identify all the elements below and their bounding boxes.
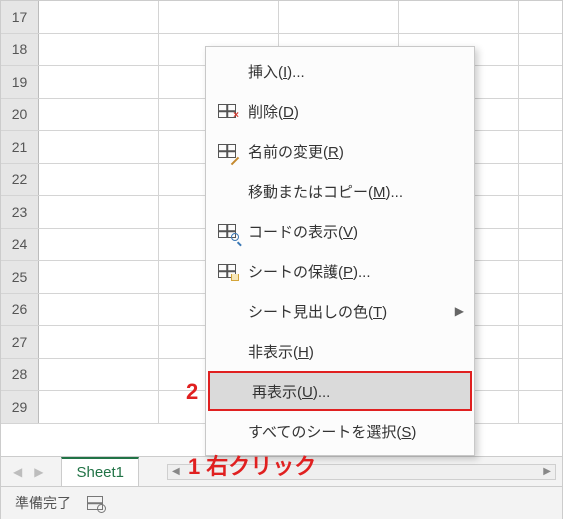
menu-item-label: 挿入(I)... (248, 61, 464, 82)
menu-item-rename[interactable]: 名前の変更(R) (206, 131, 474, 171)
grid-row[interactable]: 17 (1, 1, 562, 34)
scroll-right-icon[interactable]: ▶ (543, 466, 551, 477)
row-header[interactable]: 18 (1, 34, 39, 66)
cell[interactable] (519, 294, 563, 326)
row-header[interactable]: 21 (1, 131, 39, 163)
row-header[interactable]: 29 (1, 391, 39, 423)
annotation-num: 1 (188, 454, 200, 479)
cell[interactable] (39, 196, 159, 228)
menu-item-label: シートの保護(P)... (248, 261, 464, 282)
menu-item-view-code[interactable]: コードの表示(V) (206, 211, 474, 251)
sheet-nav-arrows[interactable]: ◀ ▶ (1, 465, 55, 479)
menu-item-label: 名前の変更(R) (248, 141, 464, 162)
sheet-nav-prev-icon[interactable]: ◀ (13, 465, 22, 479)
row-header[interactable]: 24 (1, 229, 39, 261)
menu-item-tab-color[interactable]: シート見出しの色(T) ▶ (206, 291, 474, 331)
menu-item-label: コードの表示(V) (248, 221, 464, 242)
annotation-num: 2 (186, 379, 198, 404)
blank-icon (216, 420, 238, 442)
cell[interactable] (399, 1, 519, 33)
row-header[interactable]: 23 (1, 196, 39, 228)
row-header[interactable]: 27 (1, 326, 39, 358)
cell[interactable] (39, 34, 159, 66)
table-code-icon (216, 220, 238, 242)
menu-item-label: シート見出しの色(T) (248, 301, 445, 322)
cell[interactable] (519, 164, 563, 196)
cell[interactable] (39, 359, 159, 391)
cell[interactable] (519, 1, 563, 33)
menu-item-select-all-sheets[interactable]: すべてのシートを選択(S) (206, 411, 474, 451)
blank-icon (216, 180, 238, 202)
cell[interactable] (519, 391, 563, 423)
macro-record-icon[interactable] (87, 496, 103, 510)
sheet-nav-next-icon[interactable]: ▶ (34, 465, 43, 479)
annotation-step-1: 1右クリック (188, 449, 316, 481)
cell[interactable] (39, 229, 159, 261)
status-ready-label: 準備完了 (15, 493, 71, 513)
row-header[interactable]: 17 (1, 1, 39, 33)
row-header[interactable]: 25 (1, 261, 39, 293)
menu-item-label: すべてのシートを選択(S) (248, 421, 464, 442)
menu-item-move-copy[interactable]: 移動またはコピー(M)... (206, 171, 474, 211)
cell[interactable] (519, 66, 563, 98)
cell[interactable] (519, 261, 563, 293)
menu-item-hide[interactable]: 非表示(H) (206, 331, 474, 371)
blank-icon (216, 60, 238, 82)
chevron-right-icon: ▶ (455, 304, 464, 318)
row-header[interactable]: 26 (1, 294, 39, 326)
menu-item-label: 非表示(H) (248, 341, 464, 362)
status-bar: 準備完了 (1, 486, 562, 519)
sheet-context-menu: 挿入(I)... × 削除(D) 名前の変更(R) 移動またはコピー(M)...… (205, 46, 475, 456)
cell[interactable] (39, 164, 159, 196)
table-delete-icon: × (216, 100, 238, 122)
cell[interactable] (39, 66, 159, 98)
row-header[interactable]: 19 (1, 66, 39, 98)
cell[interactable] (519, 326, 563, 358)
row-header[interactable]: 20 (1, 99, 39, 131)
cell[interactable] (519, 131, 563, 163)
menu-item-unhide[interactable]: 再表示(U)... (208, 371, 472, 411)
menu-item-insert[interactable]: 挿入(I)... (206, 51, 474, 91)
annotation-text: 右クリック (206, 454, 316, 479)
cell[interactable] (519, 196, 563, 228)
cell[interactable] (519, 229, 563, 261)
cell[interactable] (519, 359, 563, 391)
cell[interactable] (279, 1, 399, 33)
table-lock-icon (216, 260, 238, 282)
row-header[interactable]: 28 (1, 359, 39, 391)
table-rename-icon (216, 140, 238, 162)
sheet-tab-active[interactable]: Sheet1 (61, 457, 139, 486)
cell[interactable] (39, 391, 159, 423)
cell[interactable] (519, 34, 563, 66)
row-header[interactable]: 22 (1, 164, 39, 196)
menu-item-label: 移動またはコピー(M)... (248, 181, 464, 202)
blank-icon (216, 300, 238, 322)
sheet-tab-label: Sheet1 (76, 464, 124, 481)
cell[interactable] (159, 1, 279, 33)
menu-item-delete[interactable]: × 削除(D) (206, 91, 474, 131)
menu-item-label: 再表示(U)... (252, 381, 460, 402)
blank-icon (220, 380, 242, 402)
cell[interactable] (39, 261, 159, 293)
cell[interactable] (39, 131, 159, 163)
menu-item-label: 削除(D) (248, 101, 464, 122)
annotation-step-2: 2 (186, 379, 198, 405)
cell[interactable] (39, 294, 159, 326)
cell[interactable] (519, 99, 563, 131)
menu-item-protect-sheet[interactable]: シートの保護(P)... (206, 251, 474, 291)
cell[interactable] (39, 1, 159, 33)
scroll-left-icon[interactable]: ◀ (172, 466, 180, 477)
cell[interactable] (39, 99, 159, 131)
cell[interactable] (39, 326, 159, 358)
blank-icon (216, 340, 238, 362)
